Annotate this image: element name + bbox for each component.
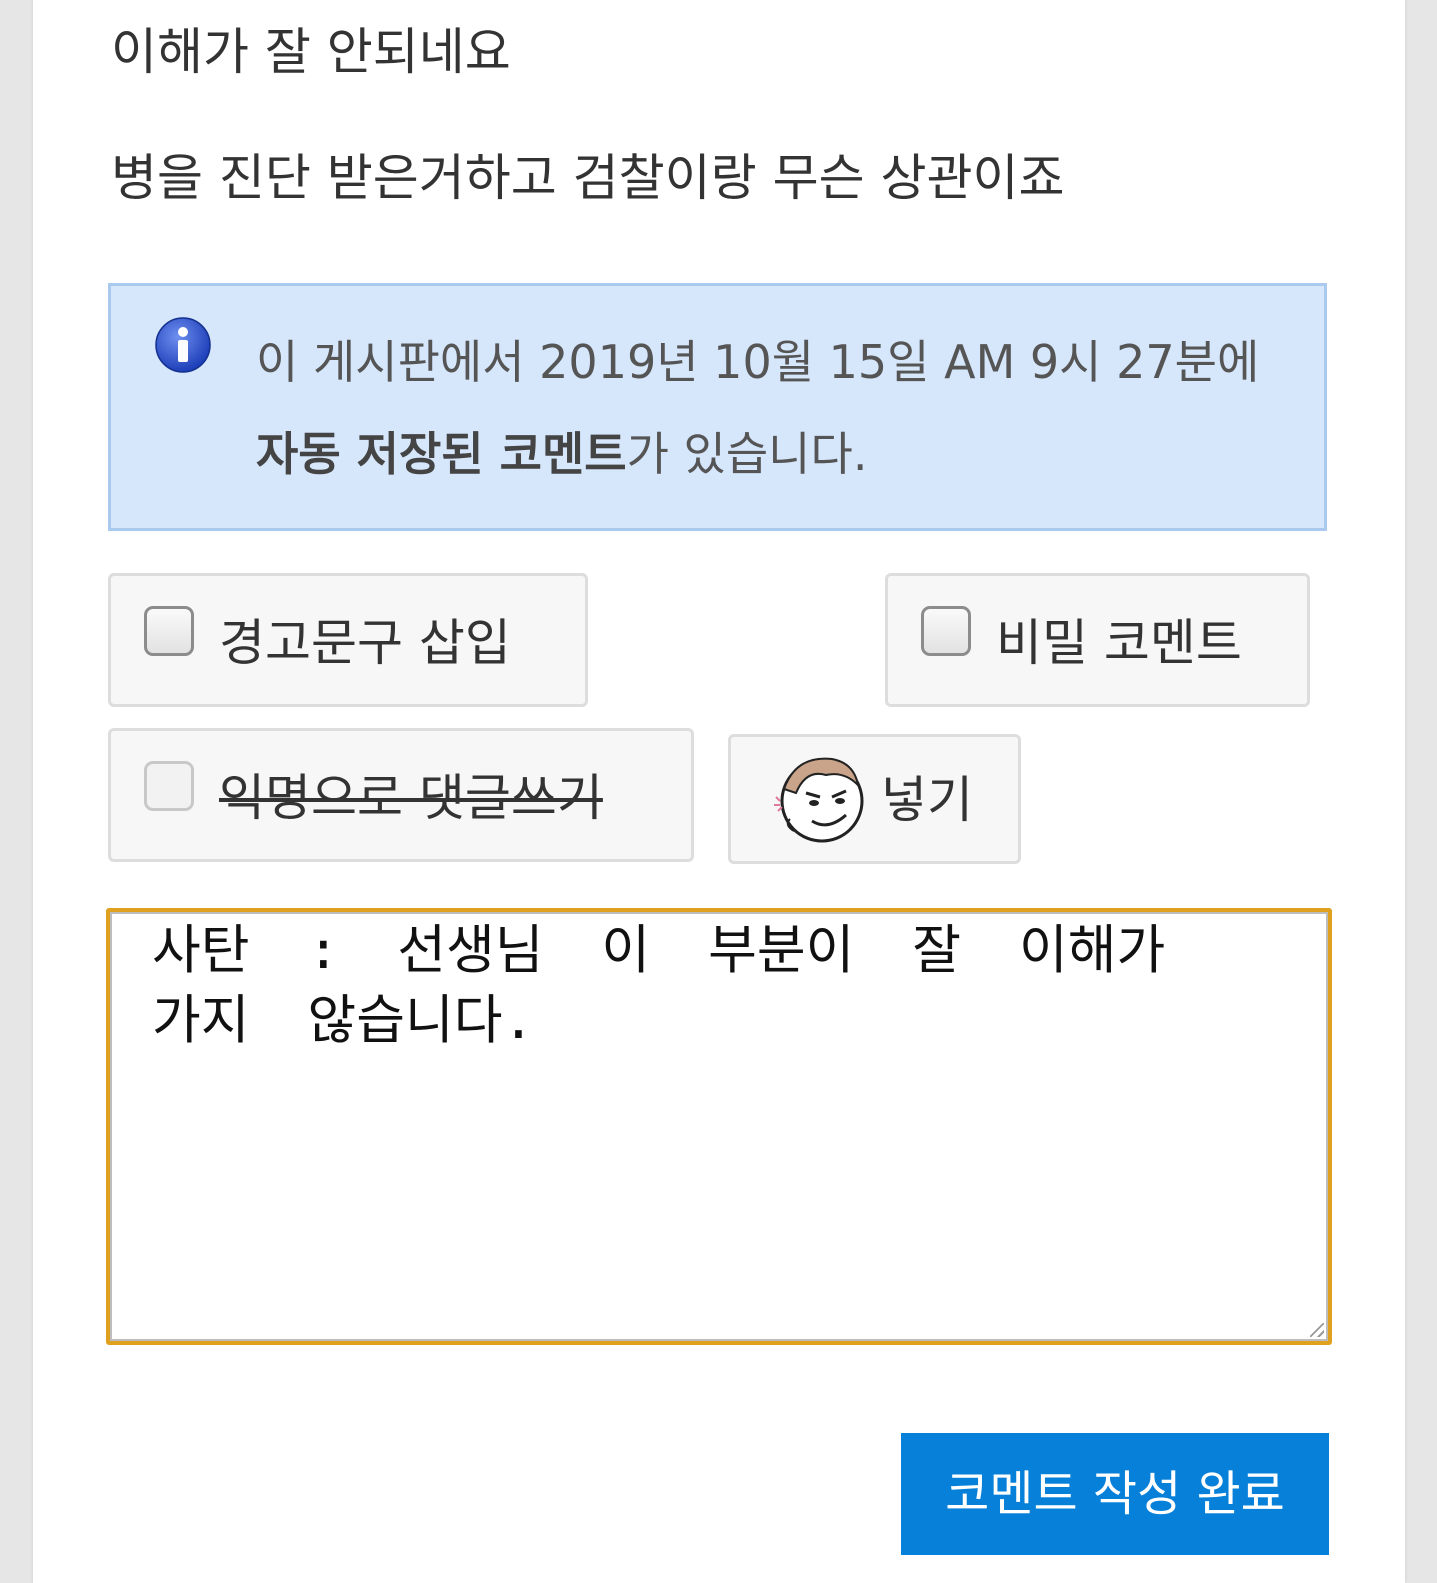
post-text-line-2: 병을 진단 받은거하고 검찰이랑 무슨 상관이죠 xyxy=(111,149,1065,207)
comment-textarea-value: 사탄 : 선생님 이 부분이 잘 이해가 가지 않습니다. xyxy=(152,920,1166,1051)
submit-comment-button[interactable]: 코멘트 작성 완료 xyxy=(901,1433,1329,1555)
secret-comment-option[interactable]: 비밀 코멘트 xyxy=(885,573,1310,707)
insert-emoticon-label: 넣기 xyxy=(881,771,973,829)
anonymous-comment-option: 익명으로 댓글쓰기 xyxy=(108,728,694,862)
warning-text-label: 경고문구 삽입 xyxy=(219,614,511,672)
warning-text-checkbox[interactable] xyxy=(144,606,194,656)
resize-handle-icon[interactable] xyxy=(1310,1323,1324,1337)
warning-text-option[interactable]: 경고문구 삽입 xyxy=(108,573,588,707)
smirk-face-icon xyxy=(774,757,864,843)
secret-comment-checkbox[interactable] xyxy=(921,606,971,656)
autosave-notice-link: 자동 저장된 코멘트 xyxy=(256,427,627,481)
anonymous-comment-checkbox xyxy=(144,761,194,811)
info-icon xyxy=(155,317,211,373)
post-text-line-1: 이해가 잘 안되네요 xyxy=(111,23,511,81)
insert-emoticon-button[interactable]: 넣기 xyxy=(728,734,1021,864)
secret-comment-label: 비밀 코멘트 xyxy=(996,614,1242,672)
comment-textarea[interactable]: 사탄 : 선생님 이 부분이 잘 이해가 가지 않습니다. xyxy=(106,908,1332,1345)
autosave-notice[interactable]: 이 게시판에서 2019년 10월 15일 AM 9시 27분에 자동 저장된 … xyxy=(108,283,1327,531)
autosave-notice-text: 이 게시판에서 2019년 10월 15일 AM 9시 27분에 자동 저장된 … xyxy=(256,335,1260,481)
anonymous-comment-label: 익명으로 댓글쓰기 xyxy=(219,769,603,827)
